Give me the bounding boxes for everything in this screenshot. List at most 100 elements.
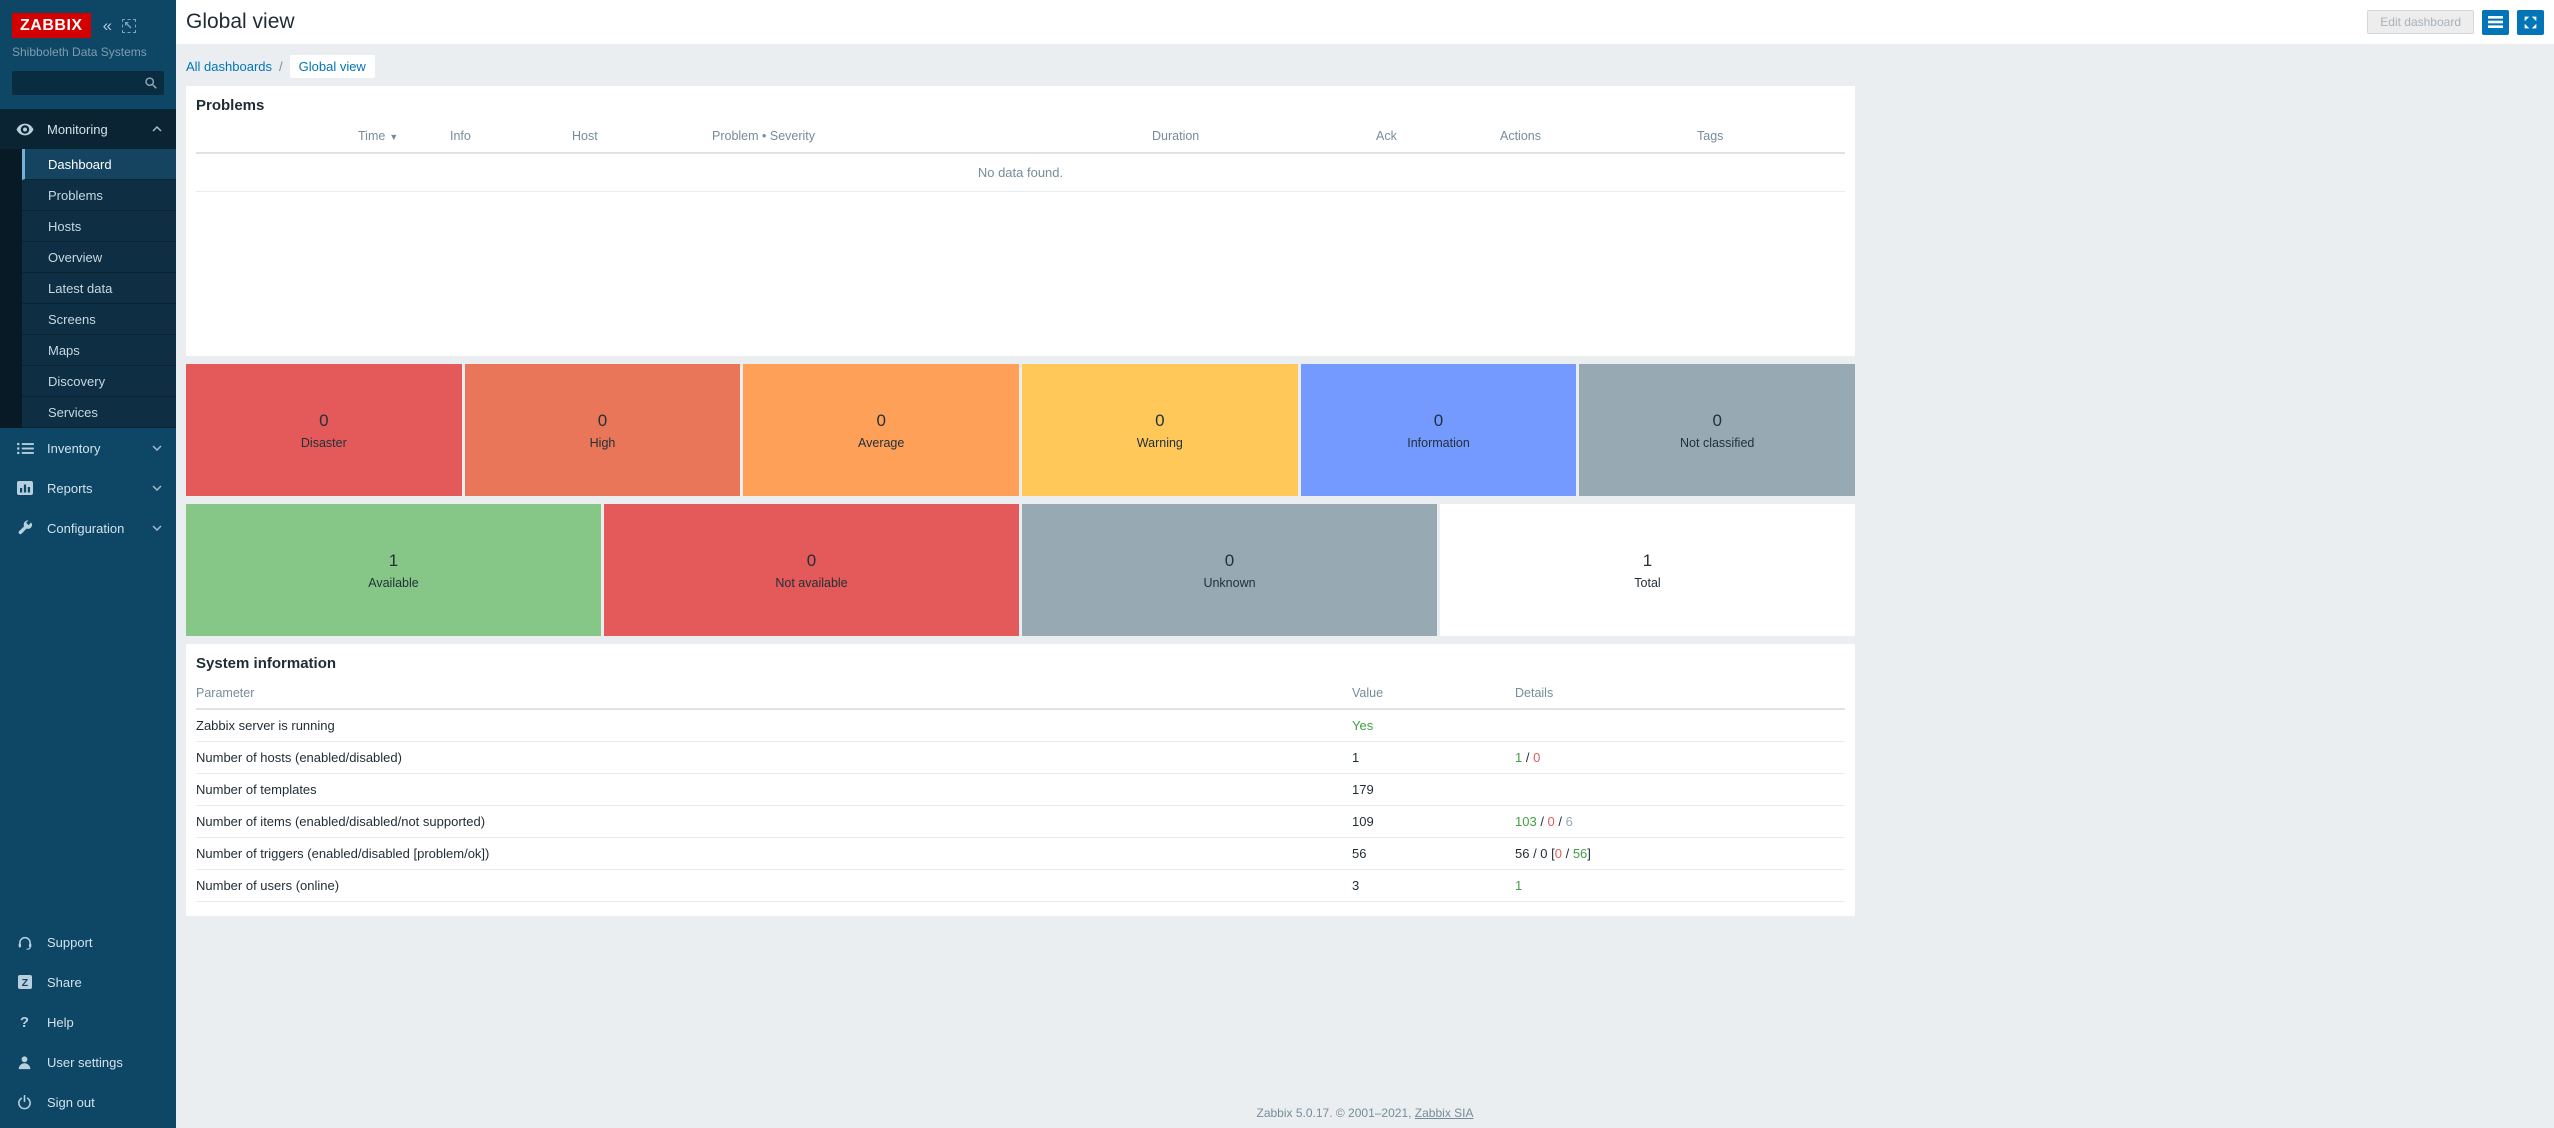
column-header-value: Value	[1352, 678, 1515, 709]
availability-card-not-available: 0 Not available	[604, 504, 1019, 636]
chevron-down-icon	[152, 445, 162, 451]
column-header-ack[interactable]: Ack	[1371, 120, 1495, 153]
sidebar-item-label: Support	[47, 935, 93, 950]
sidebar-subitem-services[interactable]: Services	[22, 397, 176, 428]
breadcrumb-all-dashboards[interactable]: All dashboards	[186, 59, 272, 74]
details-cell	[1515, 709, 1845, 742]
details-fragment: /	[1562, 846, 1573, 861]
sidebar-subitem-screens[interactable]: Screens	[22, 304, 176, 335]
column-header-time[interactable]: Time▼	[353, 120, 445, 153]
search-icon[interactable]	[144, 76, 158, 93]
sidebar-collapse-icon[interactable]: «	[103, 17, 112, 34]
availability-card-total: 1Total	[1440, 504, 1855, 636]
sidebar-item-reports[interactable]: Reports	[0, 468, 176, 508]
value-cell: 109	[1352, 806, 1515, 838]
sidebar-subitem-hosts[interactable]: Hosts	[22, 211, 176, 242]
problems-widget: Problems Time▼InfoHostProblem • Severity…	[186, 86, 1855, 356]
severity-card-information: 0Information	[1301, 364, 1577, 496]
headset-icon	[16, 935, 33, 950]
column-header-actions[interactable]: Actions	[1495, 120, 1692, 153]
severity-count: 0	[1155, 411, 1164, 431]
table-row: Number of items (enabled/disabled/not su…	[196, 806, 1845, 838]
sidebar-item-user-settings[interactable]: User settings	[0, 1042, 176, 1082]
question-icon: ?	[16, 1014, 33, 1031]
page-header: Global view Edit dashboard	[176, 0, 2554, 44]
sidebar-subitem-dashboard[interactable]: Dashboard	[22, 149, 176, 180]
column-header-info[interactable]: Info	[445, 120, 567, 153]
details-cell: 56 / 0 [0 / 56]	[1515, 838, 1845, 870]
menu-section-inventory: Inventory	[0, 428, 176, 468]
details-cell: 103 / 0 / 6	[1515, 806, 1845, 838]
severity-label: Information	[1407, 436, 1470, 450]
column-header-details: Details	[1515, 678, 1845, 709]
parameter-cell: Number of triggers (enabled/disabled [pr…	[196, 838, 1352, 870]
submenu-monitoring: DashboardProblemsHostsOverviewLatest dat…	[0, 149, 176, 428]
severity-label: Not classified	[1680, 436, 1754, 450]
sidebar-logo-row: ZABBIX «	[0, 0, 176, 42]
sidebar-subitem-overview[interactable]: Overview	[22, 242, 176, 273]
parameter-cell: Number of users (online)	[196, 870, 1352, 902]
breadcrumb-current[interactable]: Global view	[290, 55, 375, 78]
breadcrumb: All dashboards / Global view	[186, 54, 2544, 78]
details-fragment: 0	[1533, 750, 1540, 765]
sidebar-hide-icon[interactable]	[122, 19, 136, 33]
sidebar-subitem-problems[interactable]: Problems	[22, 180, 176, 211]
sidebar-item-share[interactable]: ZShare	[0, 962, 176, 1002]
kiosk-mode-button[interactable]	[2517, 10, 2544, 35]
value-cell: Yes	[1352, 709, 1515, 742]
column-header-host[interactable]: Host	[567, 120, 707, 153]
sidebar-item-sign-out[interactable]: Sign out	[0, 1082, 176, 1122]
availability-label: Not available	[775, 576, 847, 590]
arrow-up-left-icon	[124, 21, 134, 31]
column-header-tags[interactable]: Tags	[1692, 120, 1845, 153]
table-row: Number of triggers (enabled/disabled [pr…	[196, 838, 1845, 870]
severity-label: Disaster	[301, 436, 347, 450]
details-fragment: 6	[1566, 814, 1573, 829]
zabbix-sia-link[interactable]: Zabbix SIA	[1415, 1106, 1474, 1120]
search-input[interactable]	[12, 71, 164, 95]
severity-card-not-classified: 0 Not classified	[1579, 364, 1855, 496]
details-fragment: 56 / 0 [	[1515, 846, 1555, 861]
sidebar-item-support[interactable]: Support	[0, 922, 176, 962]
sidebar-subitem-latest-data[interactable]: Latest data	[22, 273, 176, 304]
availability-count: 1	[389, 551, 398, 571]
sidebar-subitem-discovery[interactable]: Discovery	[22, 366, 176, 397]
column-header-duration[interactable]: Duration	[1147, 120, 1371, 153]
sidebar-subitem-maps[interactable]: Maps	[22, 335, 176, 366]
zabbix-logo[interactable]: ZABBIX	[12, 13, 91, 38]
availability-card-unknown: 0Unknown	[1022, 504, 1437, 636]
power-icon	[16, 1095, 33, 1110]
sidebar-item-label: Sign out	[47, 1095, 95, 1110]
page-title: Global view	[186, 10, 295, 34]
table-row: Zabbix server is runningYes	[196, 709, 1845, 742]
fullscreen-icon	[2523, 15, 2538, 30]
column-header-problem-severity[interactable]: Problem • Severity	[707, 120, 1147, 153]
table-row: Number of users (online)31	[196, 870, 1845, 902]
system-information-widget: System information ParameterValueDetails…	[186, 644, 1855, 916]
breadcrumb-separator: /	[279, 59, 283, 74]
severity-count: 0	[598, 411, 607, 431]
edit-dashboard-button[interactable]: Edit dashboard	[2367, 10, 2474, 34]
details-fragment: /	[1522, 750, 1533, 765]
dashboard-list-button[interactable]	[2482, 10, 2509, 35]
sidebar-item-monitoring[interactable]: Monitoring	[0, 109, 176, 149]
sidebar-item-inventory[interactable]: Inventory	[0, 428, 176, 468]
column-header-parameter: Parameter	[196, 678, 1352, 709]
severity-label: Average	[858, 436, 904, 450]
column-spacer	[196, 120, 353, 153]
severity-count: 0	[1712, 411, 1721, 431]
details-fragment: 0	[1555, 846, 1562, 861]
problems-widget-title: Problems	[196, 97, 1845, 114]
menu-section-monitoring: MonitoringDashboardProblemsHostsOverview…	[0, 109, 176, 428]
svg-text:Z: Z	[21, 977, 28, 989]
sidebar-footer-menu: Support ZShare?HelpUser settings Sign out	[0, 922, 176, 1128]
sidebar-item-help[interactable]: ?Help	[0, 1002, 176, 1042]
footer-version-text: Zabbix 5.0.17. © 2001–2021,	[1257, 1106, 1415, 1120]
severity-card-high: 0High	[465, 364, 741, 496]
availability-count: 0	[807, 551, 816, 571]
availability-count: 0	[1225, 551, 1234, 571]
severity-count: 0	[876, 411, 885, 431]
problems-table: Time▼InfoHostProblem • SeverityDurationA…	[196, 120, 1845, 192]
problems-by-severity-widget: 0Disaster0High0Average0Warning0Informati…	[186, 364, 1855, 496]
sidebar-item-configuration[interactable]: Configuration	[0, 508, 176, 548]
